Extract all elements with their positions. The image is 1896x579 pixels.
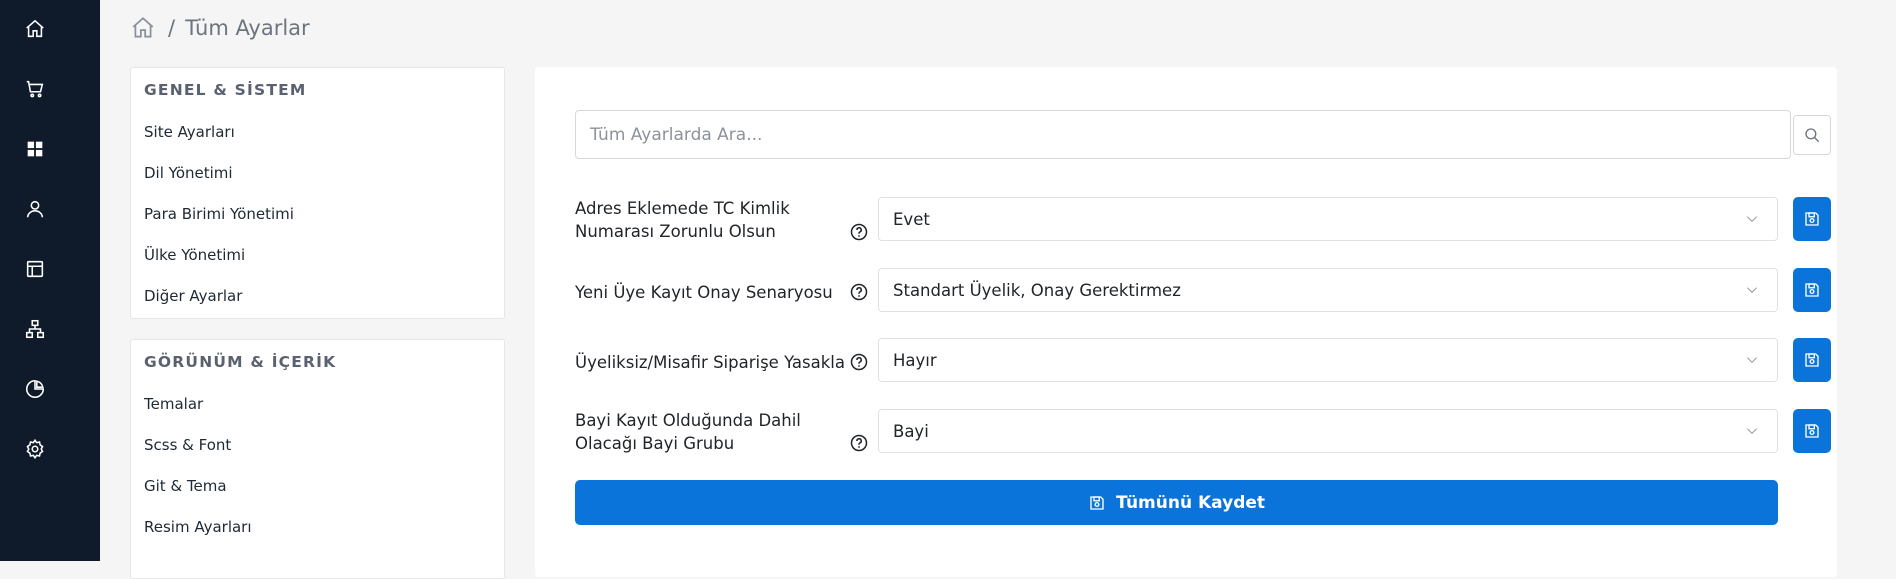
- breadcrumb: / Tüm Ayarlar: [130, 12, 310, 44]
- nav-item-git-theme[interactable]: Git & Tema: [144, 477, 227, 495]
- setting-label: Bayi Kayıt Olduğunda Dahil Olacağı Bayi …: [575, 411, 801, 453]
- setting-select[interactable]: Hayır: [878, 338, 1778, 382]
- grid-icon[interactable]: [24, 138, 46, 160]
- breadcrumb-separator: /: [168, 16, 176, 40]
- nav-item-image-settings[interactable]: Resim Ayarları: [144, 518, 252, 536]
- save-setting-button[interactable]: [1793, 409, 1831, 453]
- group-title: GÖRÜNÜM & İÇERİK: [144, 353, 337, 371]
- save-setting-button[interactable]: [1793, 338, 1831, 382]
- nav-item-site-settings[interactable]: Site Ayarları: [144, 123, 235, 141]
- nav-item-other[interactable]: Diğer Ayarlar: [144, 287, 242, 305]
- search-input[interactable]: [575, 110, 1791, 159]
- save-icon: [1805, 212, 1819, 226]
- setting-label: Üyeliksiz/Misafir Siparişe Yasakla: [575, 353, 845, 372]
- cart-icon[interactable]: [24, 78, 46, 100]
- settings-group-appearance: GÖRÜNÜM & İÇERİK Temalar Scss & Font Git…: [130, 339, 505, 579]
- nav-item-currency[interactable]: Para Birimi Yönetimi: [144, 205, 294, 223]
- setting-select[interactable]: Standart Üyelik, Onay Gerektirmez: [878, 268, 1778, 312]
- help-icon[interactable]: [850, 353, 868, 371]
- settings-group-general: GENEL & SİSTEM Site Ayarları Dil Yönetim…: [130, 67, 505, 319]
- setting-select[interactable]: Bayi: [878, 409, 1778, 453]
- help-icon[interactable]: [850, 434, 868, 452]
- sidebar-rail: [0, 0, 100, 561]
- nav-item-themes[interactable]: Temalar: [144, 395, 203, 413]
- search-button[interactable]: [1793, 115, 1831, 155]
- home-icon[interactable]: [24, 18, 46, 40]
- save-all-button[interactable]: Tümünü Kaydet: [575, 480, 1778, 525]
- save-all-label: Tümünü Kaydet: [1115, 492, 1266, 513]
- home-icon[interactable]: [130, 15, 156, 41]
- help-icon[interactable]: [850, 223, 868, 241]
- chevron-down-icon: [1745, 212, 1759, 226]
- nav-item-language[interactable]: Dil Yönetimi: [144, 164, 233, 182]
- chevron-down-icon: [1745, 424, 1759, 438]
- settings-panel: Adres Eklemede TC Kimlik Numarası Zorunl…: [535, 67, 1837, 577]
- save-icon: [1805, 353, 1819, 367]
- save-setting-button[interactable]: [1793, 268, 1831, 312]
- chevron-down-icon: [1745, 283, 1759, 297]
- chevron-down-icon: [1745, 353, 1759, 367]
- setting-select[interactable]: Evet: [878, 197, 1778, 241]
- nav-item-country[interactable]: Ülke Yönetimi: [144, 246, 245, 264]
- select-value: Hayır: [893, 350, 937, 370]
- save-icon: [1805, 424, 1819, 438]
- save-icon: [1090, 495, 1104, 510]
- search-icon: [1805, 128, 1820, 143]
- layout-icon[interactable]: [24, 258, 46, 280]
- setting-label: Adres Eklemede TC Kimlik Numarası Zorunl…: [575, 199, 790, 241]
- select-value: Bayi: [893, 421, 929, 441]
- select-value: Evet: [893, 209, 930, 229]
- gear-icon[interactable]: [24, 438, 46, 460]
- help-icon[interactable]: [850, 283, 868, 301]
- save-icon: [1805, 283, 1819, 297]
- sitemap-icon[interactable]: [24, 318, 46, 340]
- page-title: Tüm Ayarlar: [185, 16, 310, 40]
- pie-chart-icon[interactable]: [24, 378, 46, 400]
- user-icon[interactable]: [24, 198, 46, 220]
- group-title: GENEL & SİSTEM: [144, 81, 307, 99]
- setting-label: Yeni Üye Kayıt Onay Senaryosu: [575, 283, 833, 302]
- save-setting-button[interactable]: [1793, 197, 1831, 241]
- nav-item-scss-font[interactable]: Scss & Font: [144, 436, 231, 454]
- select-value: Standart Üyelik, Onay Gerektirmez: [893, 280, 1181, 300]
